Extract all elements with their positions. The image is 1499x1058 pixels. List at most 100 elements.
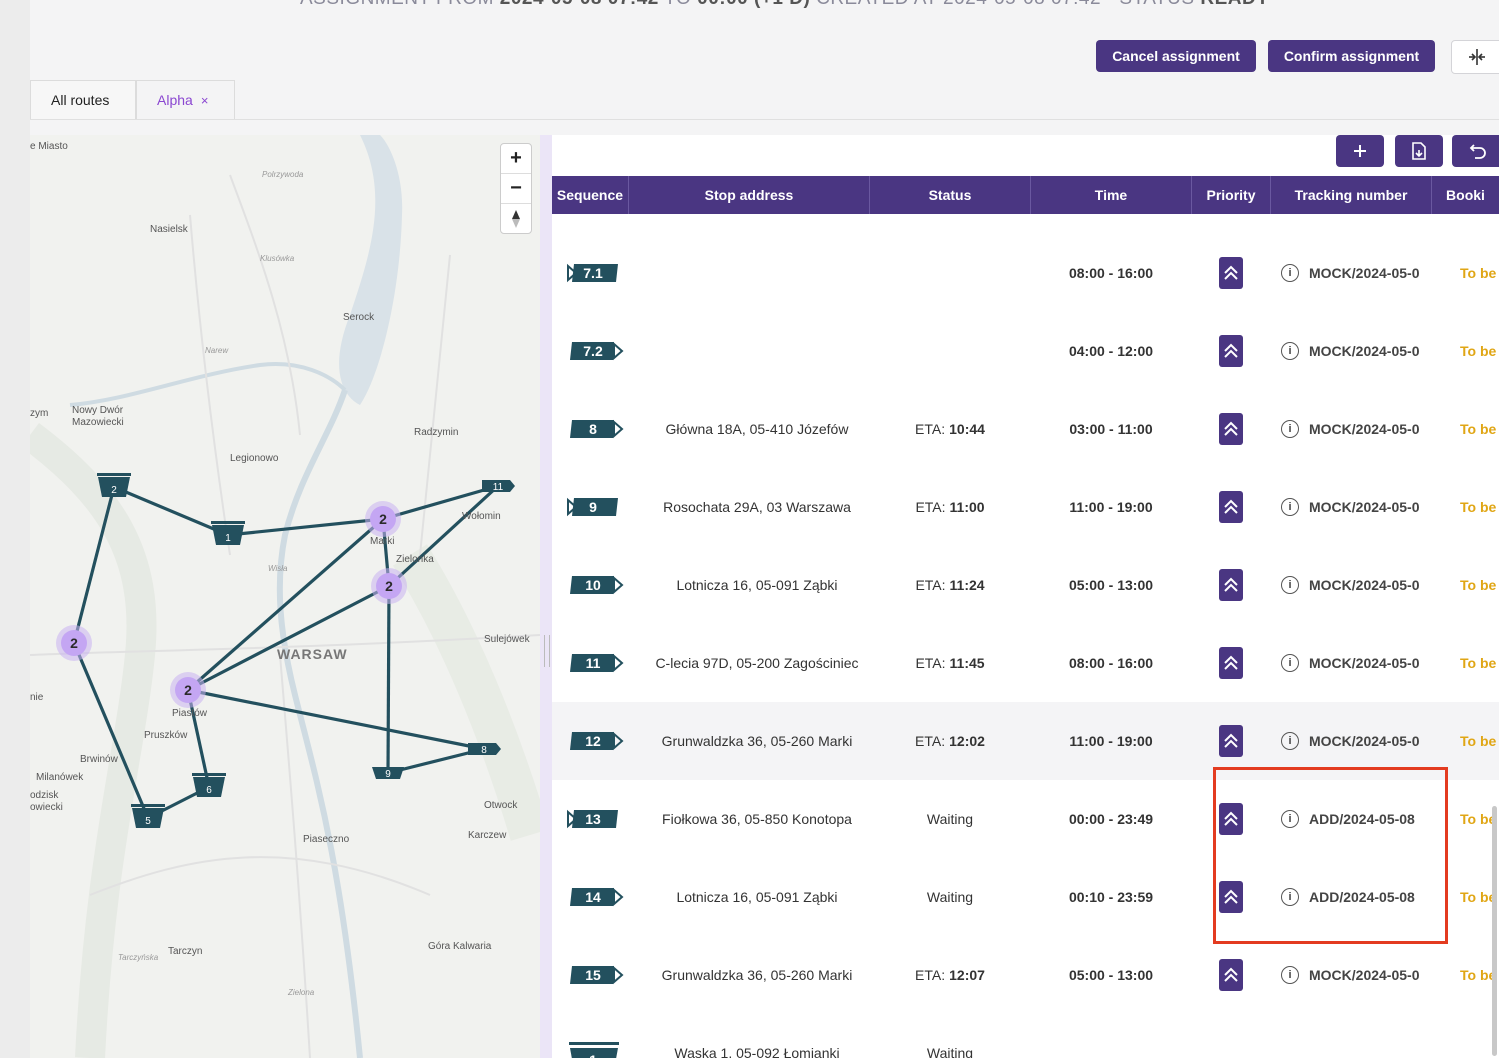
stop-address-cell: Grunwaldzka 36, 05-260 Marki: [661, 967, 853, 983]
map-place-label: Wołomin: [462, 511, 501, 522]
priority-high-icon[interactable]: [1219, 413, 1243, 445]
table-row[interactable]: 7.2 04:00 - 12:00 i MOCK/2024-05-0 To be: [552, 312, 1499, 390]
panel-resizer[interactable]: [540, 135, 552, 1058]
info-icon[interactable]: i: [1281, 342, 1299, 360]
column-header[interactable]: Priority: [1192, 176, 1271, 214]
table-row[interactable]: 1 Waska 1, 05-092 Łomianki Waiting: [552, 1014, 1499, 1058]
sequence-cell[interactable]: 12: [552, 702, 636, 780]
map-stop-marker[interactable]: 9: [372, 767, 404, 780]
info-icon[interactable]: i: [1281, 732, 1299, 750]
tracking-number-cell[interactable]: i MOCK/2024-05-0: [1281, 234, 1441, 312]
map-cluster-marker[interactable]: 2: [170, 672, 206, 708]
priority-cell[interactable]: [1192, 1014, 1270, 1058]
tracking-number-cell[interactable]: i MOCK/2024-05-0: [1281, 468, 1441, 546]
map-place-label: Karczew: [468, 830, 507, 841]
tab-alpha[interactable]: Alpha ×: [136, 80, 235, 119]
map-stop-label: 9: [385, 769, 391, 780]
sequence-cell[interactable]: 15: [552, 936, 636, 1014]
column-header[interactable]: Tracking number: [1271, 176, 1432, 214]
sequence-cell[interactable]: 9: [552, 468, 636, 546]
tab-alpha-label: Alpha: [157, 92, 193, 108]
tracking-number-cell[interactable]: i MOCK/2024-05-0: [1281, 936, 1441, 1014]
priority-high-icon[interactable]: [1219, 959, 1243, 991]
column-header[interactable]: Stop address: [629, 176, 870, 214]
info-icon[interactable]: i: [1281, 654, 1299, 672]
info-icon[interactable]: i: [1281, 498, 1299, 516]
priority-cell[interactable]: [1192, 546, 1270, 624]
sequence-badge: 12: [566, 730, 624, 752]
status-cell: [870, 234, 1030, 312]
priority-high-icon[interactable]: [1219, 257, 1243, 289]
map-place-label: Milanówek: [36, 772, 84, 783]
column-header[interactable]: Status: [870, 176, 1031, 214]
sequence-cell[interactable]: 10: [552, 546, 636, 624]
sequence-badge: 1: [566, 1042, 622, 1058]
compass-reset-button[interactable]: [501, 204, 531, 233]
priority-high-icon[interactable]: [1219, 491, 1243, 523]
tab-divider: [30, 119, 1499, 120]
tracking-number-cell[interactable]: i MOCK/2024-05-0: [1281, 624, 1441, 702]
map-canvas[interactable]: e Miasto Nasielsk Serock Nowy DwórMazowieck…: [30, 135, 540, 1058]
tab-all-routes[interactable]: All routes: [30, 80, 136, 119]
time-window-cell: 08:00 - 16:00: [1068, 265, 1154, 281]
priority-high-icon[interactable]: [1219, 569, 1243, 601]
priority-cell[interactable]: [1192, 468, 1270, 546]
column-header[interactable]: Sequence: [552, 176, 629, 214]
sequence-cell[interactable]: 11: [552, 624, 636, 702]
priority-high-icon[interactable]: [1219, 725, 1243, 757]
route-map[interactable]: e Miasto Nasielsk Serock Nowy Dwór Mazowieck…: [30, 135, 540, 1058]
map-cluster-marker[interactable]: 2: [371, 568, 407, 604]
map-stop-marker[interactable]: 11: [482, 480, 515, 493]
priority-high-icon[interactable]: [1219, 647, 1243, 679]
table-row[interactable]: 7.1 08:00 - 16:00 i MOCK/2024-05-0 To be: [552, 234, 1499, 312]
sequence-cell[interactable]: 13: [552, 780, 636, 858]
info-icon[interactable]: i: [1281, 264, 1299, 282]
table-row[interactable]: 15 Grunwaldzka 36, 05-260 Marki ETA: 12:07 0…: [552, 936, 1499, 1014]
zoom-out-button[interactable]: −: [501, 174, 531, 204]
close-tab-icon[interactable]: ×: [201, 93, 209, 108]
map-place-label: Brwinów: [80, 754, 119, 765]
column-header[interactable]: Booki: [1432, 176, 1499, 214]
sequence-badge: 7.2: [566, 340, 624, 362]
sequence-cell[interactable]: 14: [552, 858, 636, 936]
priority-cell[interactable]: [1192, 312, 1270, 390]
sequence-cell[interactable]: 8: [552, 390, 636, 468]
tracking-number-cell[interactable]: [1281, 1014, 1441, 1058]
export-file-button[interactable]: [1395, 135, 1443, 167]
status-cell: ETA: 10:44: [915, 421, 985, 437]
map-place-label: Marki: [370, 536, 394, 547]
table-row[interactable]: 11 C-lecia 97D, 05-200 Zagościniec ETA: 11:…: [552, 624, 1499, 702]
sequence-number: 10: [585, 577, 601, 593]
confirm-assignment-button[interactable]: Confirm assignment: [1268, 40, 1435, 72]
info-icon[interactable]: i: [1281, 966, 1299, 984]
add-stop-button[interactable]: [1336, 135, 1384, 167]
tracking-number-cell[interactable]: i MOCK/2024-05-0: [1281, 546, 1441, 624]
map-cluster-marker[interactable]: 2: [365, 501, 401, 537]
map-stop-marker[interactable]: 8: [468, 743, 501, 756]
info-icon[interactable]: i: [1281, 576, 1299, 594]
priority-cell[interactable]: [1192, 390, 1270, 468]
priority-cell[interactable]: [1192, 624, 1270, 702]
map-cluster-marker[interactable]: 2: [56, 625, 92, 661]
map-stop-label: 11: [493, 482, 504, 493]
table-scrollbar[interactable]: [1492, 806, 1497, 1056]
column-header[interactable]: Time: [1031, 176, 1192, 214]
cancel-assignment-button[interactable]: Cancel assignment: [1096, 40, 1256, 72]
tracking-number-cell[interactable]: i MOCK/2024-05-0: [1281, 390, 1441, 468]
split-view-button[interactable]: [1451, 40, 1499, 74]
sequence-cell[interactable]: 7.2: [552, 312, 636, 390]
table-row[interactable]: 8 Główna 18A, 05-410 Józefów ETA: 10:44 03:0…: [552, 390, 1499, 468]
zoom-in-button[interactable]: +: [501, 144, 531, 174]
table-row[interactable]: 10 Lotnicza 16, 05-091 Ząbki ETA: 11:24 05:0…: [552, 546, 1499, 624]
tracking-number-cell[interactable]: i MOCK/2024-05-0: [1281, 312, 1441, 390]
sequence-cell[interactable]: 7.1: [552, 234, 636, 312]
plus-icon: [1354, 145, 1366, 157]
priority-high-icon[interactable]: [1219, 335, 1243, 367]
priority-cell[interactable]: [1192, 234, 1270, 312]
tab-all-routes-label: All routes: [51, 92, 110, 108]
priority-cell[interactable]: [1192, 936, 1270, 1014]
table-row[interactable]: 9 Rosochata 29A, 03 Warszawa ETA: 11:00 11:0…: [552, 468, 1499, 546]
info-icon[interactable]: i: [1281, 420, 1299, 438]
undo-button[interactable]: [1452, 135, 1499, 167]
sequence-cell[interactable]: 1: [552, 1014, 636, 1058]
